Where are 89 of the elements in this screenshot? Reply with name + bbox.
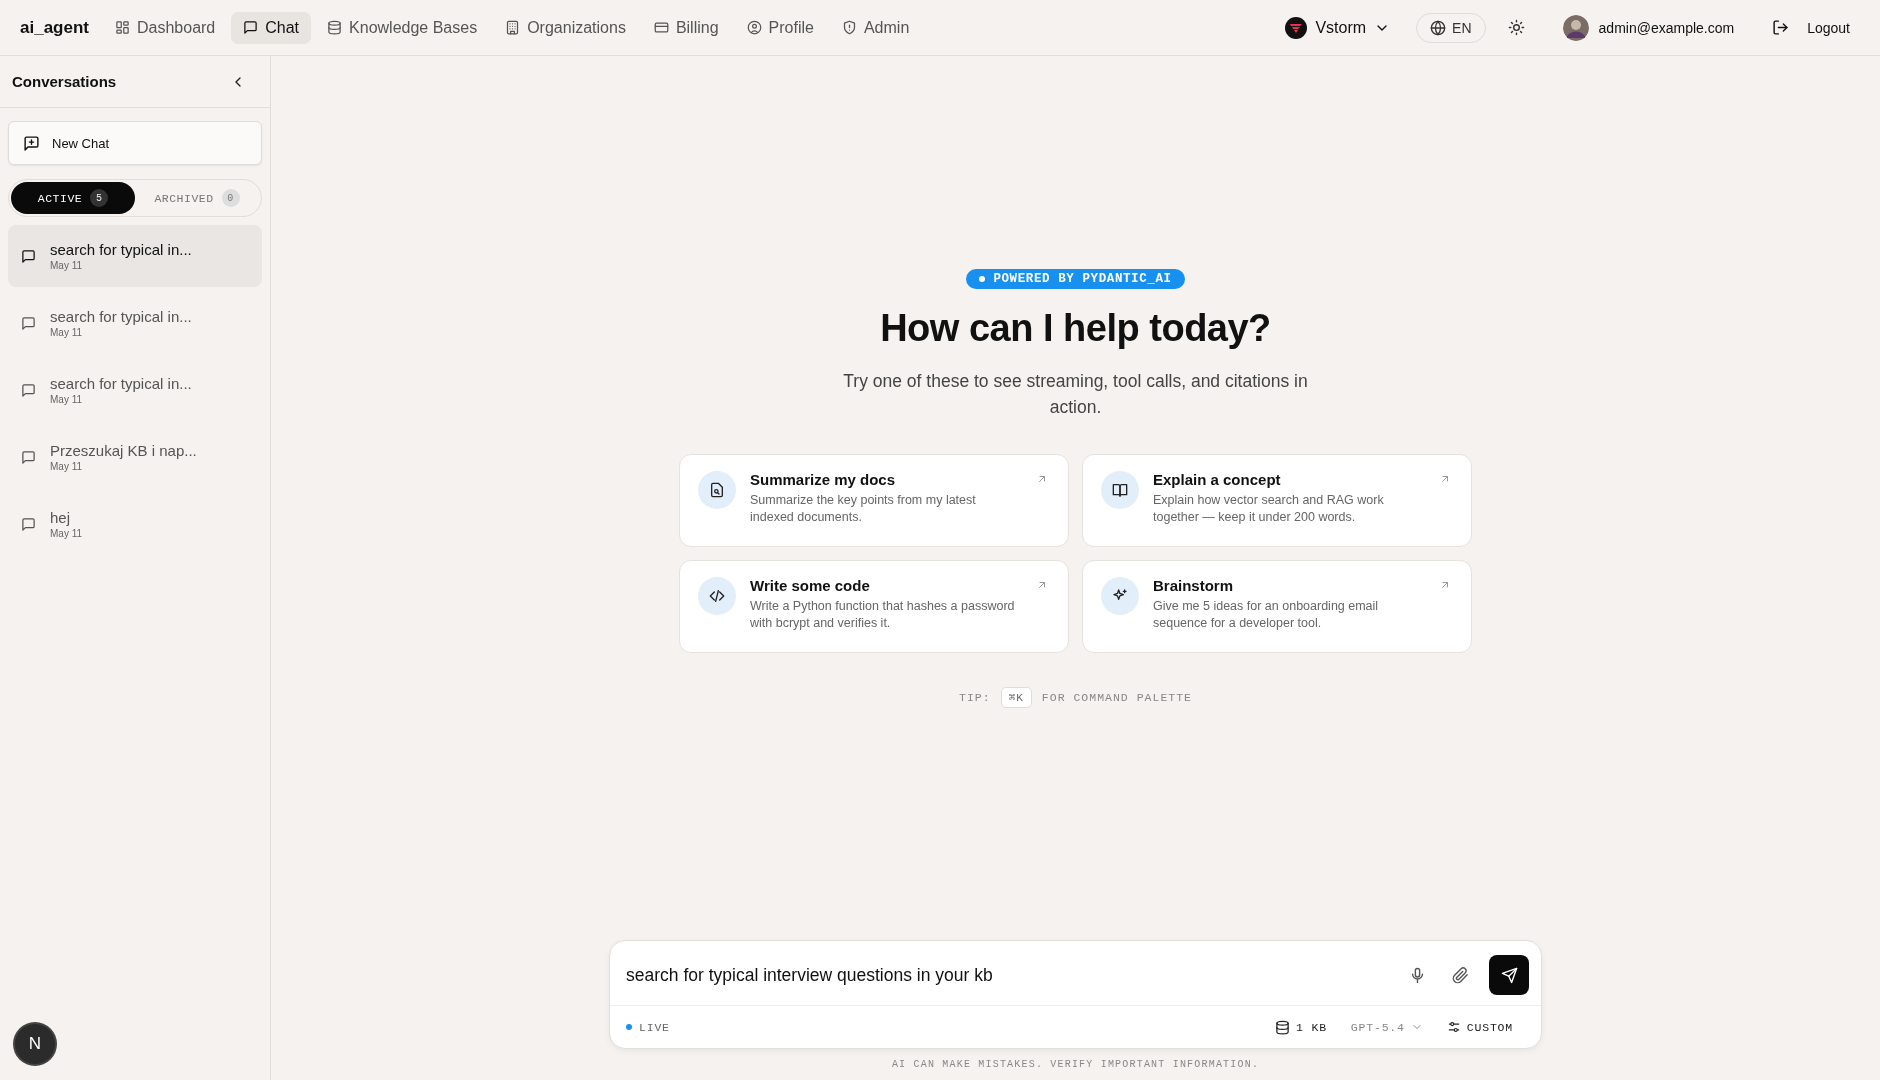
send-button[interactable] xyxy=(1489,955,1529,995)
suggestion-card[interactable]: Write some code Write a Python function that hashes a password with bcrypt and verifies it. xyxy=(679,560,1069,653)
chat-bubble-icon xyxy=(21,248,36,264)
theme-toggle[interactable] xyxy=(1507,19,1525,36)
arrow-up-right-icon xyxy=(1036,579,1048,591)
globe-icon xyxy=(1430,19,1447,36)
nav-tab[interactable]: Profile xyxy=(734,11,826,44)
building-icon xyxy=(505,20,521,35)
keyboard-shortcut: ⌘K xyxy=(1000,687,1032,708)
book-icon xyxy=(1112,482,1128,498)
avatar-icon xyxy=(1562,14,1589,41)
conversation-date: May 11 xyxy=(50,461,84,472)
suggestion-title: Explain a concept xyxy=(1153,471,1282,488)
conversation-item[interactable]: hej May 11 xyxy=(8,493,262,555)
shield-icon xyxy=(841,20,857,35)
conversation-date: May 11 xyxy=(50,394,84,405)
filter-tab[interactable]: ACTIVE 5 xyxy=(11,182,135,214)
logout-button[interactable]: Logout xyxy=(1772,19,1850,36)
suggestion-card[interactable]: Explain a concept Explain how vector search and RAG work together — keep it under 200 words. xyxy=(1082,454,1472,547)
nav-tab[interactable]: Dashboard xyxy=(103,11,228,44)
conversation-title: search for typical in... xyxy=(50,375,192,392)
sliders-icon xyxy=(1446,1020,1461,1034)
sidebar-title: Conversations xyxy=(12,73,117,90)
model-selector[interactable]: GPT-5.4 xyxy=(1350,1020,1423,1034)
conversation-title: search for typical in... xyxy=(50,241,192,258)
powered-by-badge: POWERED BY PYDANTIC_AI xyxy=(966,269,1185,289)
custom-settings-button[interactable]: CUSTOM xyxy=(1446,1020,1513,1034)
count-badge: 0 xyxy=(221,189,240,207)
new-chat-button[interactable]: New Chat xyxy=(8,121,262,165)
grid-icon xyxy=(115,20,130,35)
credit-card-icon xyxy=(653,20,669,35)
chat-bubble-icon xyxy=(21,382,36,398)
chat-icon xyxy=(243,20,259,35)
send-icon xyxy=(1500,966,1518,984)
tip-text: FOR COMMAND PALETTE xyxy=(1041,691,1192,704)
suggestion-title: Write some code xyxy=(750,577,871,594)
database-icon xyxy=(1275,1019,1291,1035)
conversation-title: hej xyxy=(50,509,72,526)
welcome-heading: How can I help today? xyxy=(880,307,1271,350)
code-icon xyxy=(709,588,725,604)
microphone-icon xyxy=(1409,966,1426,984)
nav-tab[interactable]: Billing xyxy=(641,11,731,44)
chat-bubble-icon xyxy=(21,449,36,465)
suggestion-description: Write a Python function that hashes a password with bcrypt and verifies it. xyxy=(750,598,1016,632)
conversation-item[interactable]: search for typical in... May 11 xyxy=(8,292,262,354)
tip-label: TIP: xyxy=(959,691,991,704)
conversation-item[interactable]: Przeszukaj KB i nap... May 11 xyxy=(8,426,262,488)
chat-bubble-icon xyxy=(21,315,36,331)
message-input[interactable]: search for typical interview questions in your kb xyxy=(626,958,1389,992)
conversation-date: May 11 xyxy=(50,260,84,271)
conversation-title: Przeszukaj KB i nap... xyxy=(50,442,197,459)
suggestion-card[interactable]: Brainstorm Give me 5 ideas for an onboarding email sequence for a developer tool. xyxy=(1082,560,1472,653)
arrow-up-right-icon xyxy=(1439,579,1451,591)
suggestion-title: Brainstorm xyxy=(1153,577,1235,594)
filter-tab[interactable]: ARCHIVED 0 xyxy=(135,182,259,214)
message-plus-icon xyxy=(23,134,40,152)
arrow-up-right-icon xyxy=(1036,473,1048,485)
suggestion-card[interactable]: Summarize my docs Summarize the key points from my latest indexed documents. xyxy=(679,454,1069,547)
disclaimer-text: AI CAN MAKE MISTAKES. VERIFY IMPORTANT INFORMATION. xyxy=(891,1059,1260,1070)
document-search-icon xyxy=(709,482,725,498)
conversation-item[interactable]: search for typical in... May 11 xyxy=(8,359,262,421)
suggestion-description: Summarize the key points from my latest indexed documents. xyxy=(750,492,977,526)
chat-bubble-icon xyxy=(21,516,36,532)
org-logo-icon xyxy=(1285,16,1308,39)
conversation-date: May 11 xyxy=(50,327,84,338)
live-status: LIVE xyxy=(626,1020,670,1034)
organization-switcher[interactable]: Vstorm xyxy=(1285,16,1391,39)
nav-tab[interactable]: Knowledge Bases xyxy=(315,11,490,44)
nav-tab[interactable]: Organizations xyxy=(493,11,638,44)
paperclip-icon xyxy=(1452,966,1469,984)
welcome-subheading: Try one of these to see streaming, tool calls, and citations in action. xyxy=(842,370,1309,419)
app-logo[interactable]: ai_agent xyxy=(20,17,89,38)
suggestion-title: Summarize my docs xyxy=(750,471,897,488)
logout-icon xyxy=(1772,19,1790,36)
user-icon xyxy=(746,20,762,35)
sun-icon xyxy=(1507,19,1525,36)
conversation-date: May 11 xyxy=(50,528,83,539)
suggestion-description: Give me 5 ideas for an onboarding email sequence for a developer tool. xyxy=(1153,598,1380,632)
arrow-up-right-icon xyxy=(1439,473,1451,485)
conversation-item[interactable]: search for typical in... May 11 xyxy=(8,225,262,287)
count-badge: 5 xyxy=(90,189,109,207)
nav-tab[interactable]: Chat xyxy=(231,11,312,44)
database-icon xyxy=(327,20,343,35)
knowledge-base-button[interactable]: 1 KB xyxy=(1275,1019,1327,1035)
user-avatar[interactable]: N xyxy=(15,1024,55,1064)
user-menu[interactable]: admin@example.com xyxy=(1562,14,1735,41)
nav-tab[interactable]: Admin xyxy=(829,11,922,44)
conversation-title: search for typical in... xyxy=(50,308,192,325)
suggestion-description: Explain how vector search and RAG work together — keep it under 200 words. xyxy=(1153,492,1385,526)
